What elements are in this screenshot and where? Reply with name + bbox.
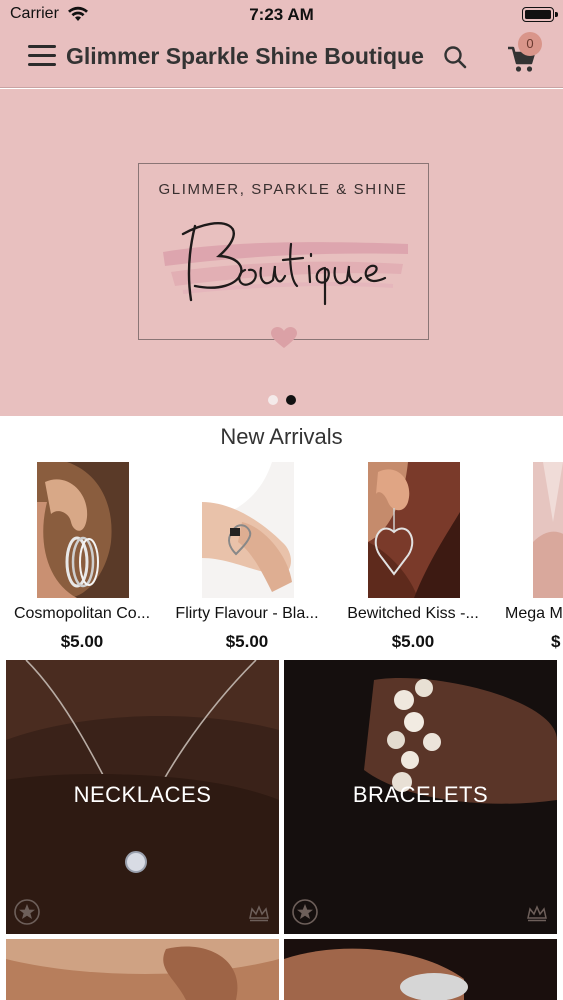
product-image (37, 462, 129, 598)
category-label: NECKLACES (73, 782, 212, 807)
boutique-logo: GLIMMER, SPARKLE & SHINE (138, 163, 429, 348)
crown-icon (527, 905, 547, 922)
clock: 7:23 AM (249, 5, 314, 24)
product-name: Bewitched Kiss -... (347, 605, 479, 622)
category-tile-4[interactable] (284, 939, 557, 1000)
battery-icon (522, 7, 558, 22)
star-badge-icon (14, 899, 40, 925)
search-icon[interactable] (442, 44, 470, 72)
status-bar: Carrier 7:23 AM (0, 0, 563, 30)
product-price: $5.00 (60, 632, 104, 651)
product-name: Cosmopolitan Co... (13, 605, 151, 622)
crown-icon (249, 905, 269, 922)
category-tile-necklaces[interactable]: NECKLACES (6, 660, 279, 934)
logo-script-graphic (163, 222, 408, 306)
cart-count-badge: 0 (518, 32, 542, 56)
product-name: Mega M (505, 605, 563, 622)
product-name: Flirty Flavour - Bla... (175, 605, 319, 622)
product-price: $ (551, 632, 561, 651)
product-price: $5.00 (391, 632, 435, 651)
category-label: BRACELETS (352, 782, 489, 807)
product-image (368, 462, 460, 598)
product-image (202, 462, 294, 598)
nav-bar: Glimmer Sparkle Shine Boutique (0, 30, 563, 88)
star-badge-icon (292, 899, 318, 925)
carousel-dot-1[interactable] (267, 395, 278, 405)
new-arrivals-carousel[interactable]: Cosmopolitan Co... $5.00 Flirty Flavour … (0, 462, 563, 658)
heart-icon (271, 327, 297, 348)
carousel-dots (0, 392, 563, 410)
page-title: Glimmer Sparkle Shine Boutique (66, 43, 424, 69)
category-tile-3[interactable] (6, 939, 279, 1000)
product-price: $5.00 (225, 632, 269, 651)
section-title-new-arrivals: New Arrivals (220, 424, 343, 449)
menu-icon[interactable] (28, 45, 56, 69)
category-image (284, 939, 557, 1000)
logo-tagline: GLIMMER, SPARKLE & SHINE (158, 181, 408, 198)
product-image (533, 462, 563, 598)
category-image (6, 939, 279, 1000)
carousel-dot-2[interactable] (285, 395, 296, 405)
category-tile-bracelets[interactable]: BRACELETS (284, 660, 557, 934)
hero-banner[interactable]: GLIMMER, SPARKLE & SHINE (0, 89, 563, 416)
